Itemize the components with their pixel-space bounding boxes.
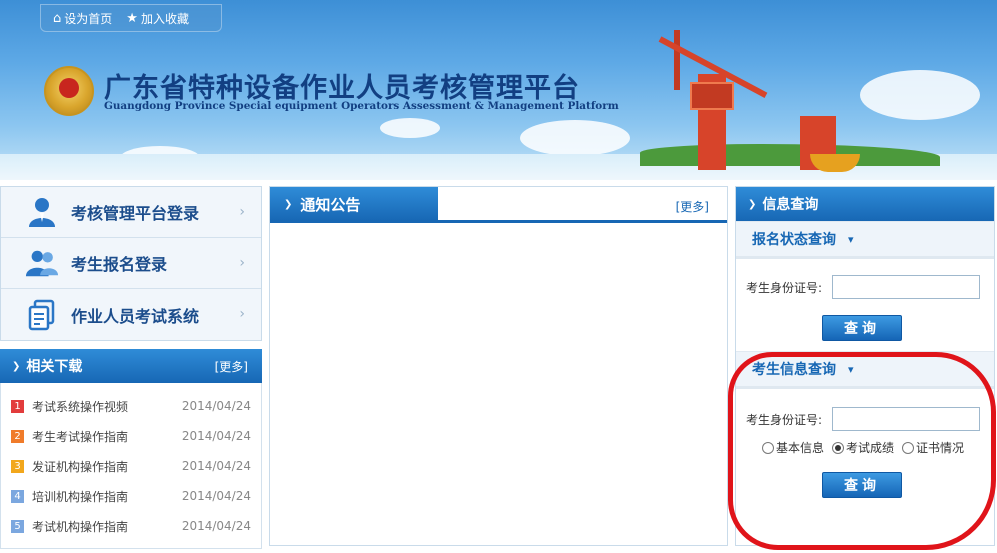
notice-tabbar: ❯ 通知公告 [更多] — [270, 187, 727, 223]
header-banner: ⌂ 设为首页 ★ 加入收藏 广东省特种设备作业人员考核管理平台 Guangdon… — [0, 0, 997, 180]
admin-platform-login[interactable]: 考核管理平台登录 › — [1, 187, 261, 238]
item-title: 考试系统操作视频 — [32, 399, 129, 414]
item-number-badge: 4 — [11, 489, 24, 503]
admin-platform-login-label: 考核管理平台登录 — [71, 204, 200, 223]
list-item[interactable]: 4 培训机构操作指南 2014/04/24 — [1, 481, 261, 511]
notice-title: 通知公告 — [300, 195, 361, 214]
double-chevron-icon: ❯ — [12, 360, 21, 372]
candidate-registration-login[interactable]: 考生报名登录 › — [1, 238, 261, 289]
candidate-registration-login-label: 考生报名登录 — [71, 255, 168, 274]
item-number-badge: 5 — [11, 519, 24, 533]
list-item[interactable]: 2 考生考试操作指南 2014/04/24 — [1, 421, 261, 451]
reg-status-query-button[interactable]: 查询 — [822, 315, 902, 341]
crane-illustration — [650, 26, 870, 176]
candidate-info-query-button[interactable]: 查询 — [822, 472, 902, 498]
candidate-info-query-title: 考生信息查询 — [752, 362, 836, 378]
item-date: 2014/04/24 — [181, 399, 251, 413]
item-date: 2014/04/24 — [181, 519, 251, 533]
downloads-more-link[interactable]: [更多] — [215, 358, 248, 375]
candidate-id-input[interactable] — [832, 407, 980, 431]
chevron-right-icon: › — [239, 255, 245, 271]
radio-exam-score[interactable]: 考试成绩 — [832, 439, 894, 456]
candidate-id-row: 考生身份证号: — [746, 389, 994, 431]
national-emblem-logo — [44, 66, 94, 116]
cloud — [860, 70, 980, 120]
operator-exam-system-label: 作业人员考试系统 — [71, 306, 200, 326]
candidate-info-form: 考生身份证号: 基本信息 考试成绩 证书情况 查询 — [736, 389, 994, 498]
set-homepage-link[interactable]: ⌂ 设为首页 — [53, 10, 112, 27]
notice-more-link[interactable]: [更多] — [676, 198, 709, 215]
radio-label: 基本信息 — [776, 441, 825, 455]
chevron-down-icon: ▾ — [848, 362, 854, 376]
info-query-panel: ❯ 信息查询 报名状态查询 ▾ 考生身份证号: 查询 考生信息查询 ▾ 考生身份… — [735, 186, 995, 546]
cloud — [520, 120, 630, 156]
add-favorite-label: 加入收藏 — [140, 11, 189, 26]
home-icon: ⌂ — [53, 10, 62, 26]
info-query-title: 信息查询 — [762, 197, 819, 213]
item-title: 考试机构操作指南 — [32, 519, 129, 534]
item-title: 考生考试操作指南 — [32, 429, 129, 444]
query-type-radios: 基本信息 考试成绩 证书情况 — [746, 439, 994, 456]
chevron-down-icon: ▾ — [848, 232, 854, 246]
item-title: 发证机构操作指南 — [32, 459, 129, 474]
tab-notice[interactable]: ❯ 通知公告 — [270, 187, 438, 221]
reg-status-query-header[interactable]: 报名状态查询 ▾ — [736, 221, 994, 259]
item-date: 2014/04/24 — [181, 429, 251, 443]
double-chevron-icon: ❯ — [284, 198, 293, 210]
reg-status-form: 考生身份证号: 查询 — [736, 259, 994, 351]
list-item[interactable]: 5 考试机构操作指南 2014/04/24 — [1, 511, 261, 541]
notice-panel: ❯ 通知公告 [更多] — [269, 186, 728, 546]
users-icon — [25, 246, 59, 280]
user-icon — [25, 195, 59, 229]
star-icon: ★ — [126, 10, 138, 26]
top-links-bar: ⌂ 设为首页 ★ 加入收藏 — [40, 4, 222, 32]
item-number-badge: 2 — [11, 429, 24, 443]
list-item[interactable]: 3 发证机构操作指南 2014/04/24 — [1, 451, 261, 481]
item-title: 培训机构操作指南 — [32, 489, 129, 504]
login-links-box: 考核管理平台登录 › 考生报名登录 › 作业人员考试系统 › — [0, 186, 262, 341]
downloads-header: ❯ 相关下载 [更多] — [0, 349, 262, 383]
item-number-badge: 3 — [11, 459, 24, 473]
radio-button-selected[interactable] — [832, 441, 845, 454]
downloads-title: 相关下载 — [26, 359, 83, 375]
set-homepage-label: 设为首页 — [64, 11, 113, 26]
document-icon — [25, 298, 59, 332]
double-chevron-icon: ❯ — [748, 198, 757, 210]
reg-id-label: 考生身份证号: — [746, 280, 823, 295]
left-column: 考核管理平台登录 › 考生报名登录 › 作业人员考试系统 › ❯ 相关下载 [更… — [0, 186, 262, 549]
chevron-right-icon: › — [239, 306, 245, 322]
radio-button[interactable] — [902, 441, 915, 454]
radio-basic-info[interactable]: 基本信息 — [762, 439, 824, 456]
info-query-header: ❯ 信息查询 — [736, 187, 994, 221]
item-date: 2014/04/24 — [181, 489, 251, 503]
list-item[interactable]: 1 考试系统操作视频 2014/04/24 — [1, 391, 261, 421]
downloads-panel: ❯ 相关下载 [更多] 1 考试系统操作视频 2014/04/24 2 考生考试… — [0, 349, 262, 549]
site-subtitle-en: Guangdong Province Special equipment Ope… — [104, 100, 619, 112]
radio-label: 考试成绩 — [846, 441, 895, 455]
candidate-info-query-header[interactable]: 考生信息查询 ▾ — [736, 351, 994, 389]
chevron-right-icon: › — [239, 204, 245, 220]
item-number-badge: 1 — [11, 399, 24, 413]
radio-certificate-status[interactable]: 证书情况 — [902, 439, 964, 456]
add-favorite-link[interactable]: ★ 加入收藏 — [126, 10, 189, 27]
radio-label: 证书情况 — [916, 441, 965, 455]
downloads-list: 1 考试系统操作视频 2014/04/24 2 考生考试操作指南 2014/04… — [0, 383, 262, 549]
reg-id-row: 考生身份证号: — [746, 259, 994, 299]
cloud — [380, 118, 440, 138]
operator-exam-system[interactable]: 作业人员考试系统 › — [1, 289, 261, 340]
candidate-id-label: 考生身份证号: — [746, 412, 823, 427]
reg-status-query-title: 报名状态查询 — [752, 232, 836, 248]
item-date: 2014/04/24 — [181, 459, 251, 473]
reg-id-input[interactable] — [832, 275, 980, 299]
radio-button[interactable] — [762, 441, 774, 454]
